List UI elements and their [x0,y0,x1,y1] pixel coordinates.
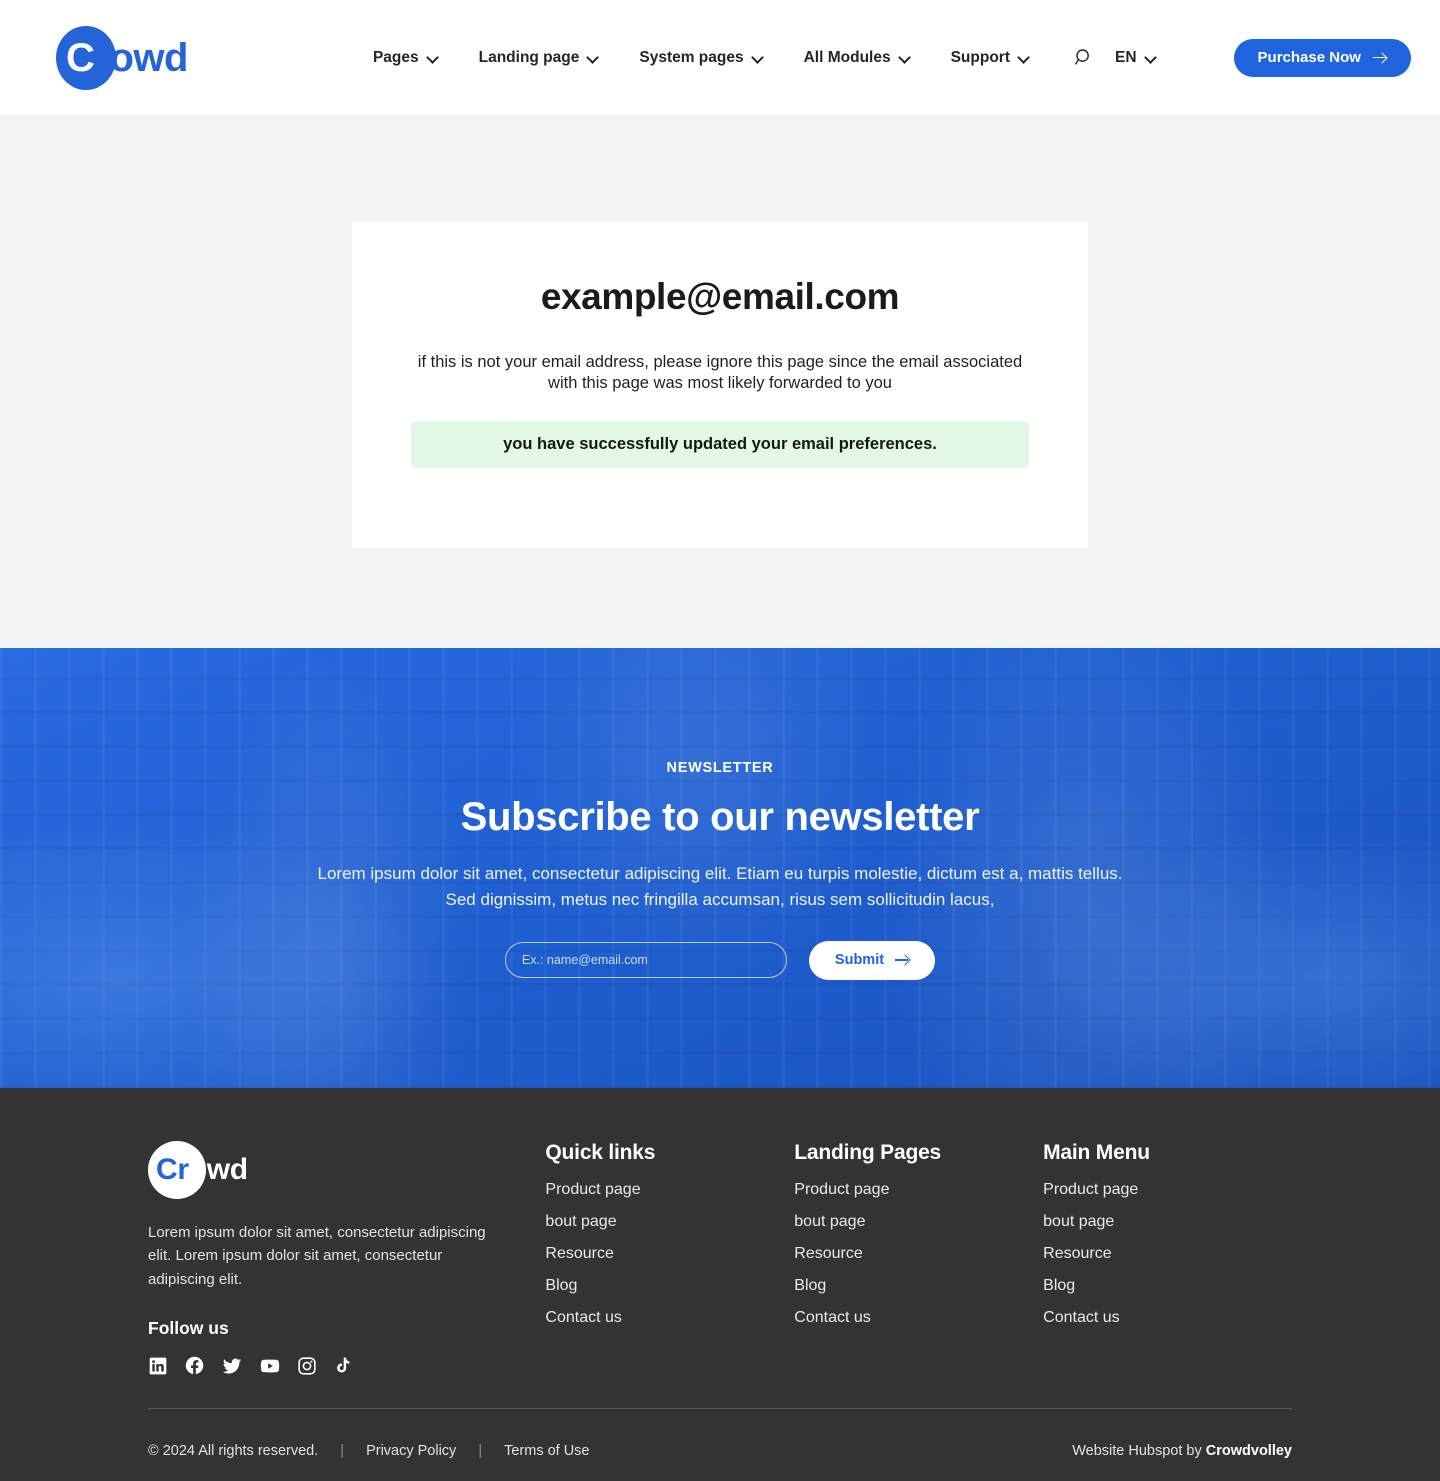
footer-divider [148,1408,1292,1409]
list-item[interactable]: Contact us [545,1309,794,1327]
newsletter-submit-button[interactable]: Submit [808,940,936,980]
footer-logo-letters-cr: Cr [156,1153,189,1186]
list-item[interactable]: Blog [794,1277,1043,1295]
language-selector[interactable]: EN [1115,49,1157,67]
list-item[interactable]: Contact us [1043,1309,1292,1327]
follow-us-title: Follow us [148,1317,229,1338]
footer-logo[interactable]: Crowd [148,1141,328,1199]
page-title: example@email.com [540,276,900,317]
footer-column-landing-pages: Landing Pages Product page bout page Res… [794,1141,1043,1377]
separator: | [478,1443,483,1459]
newsletter-email-input[interactable] [504,942,787,979]
list-item[interactable]: Contact us [794,1309,1043,1327]
list-item[interactable]: Resource [1043,1245,1292,1263]
twitter-icon[interactable] [221,1355,243,1377]
footer-column-quick-links: Quick links Product page bout page Resou… [545,1141,794,1377]
footer-columns: Crowd Lorem ipsum dolor sit amet, consec… [148,1088,1292,1377]
nav-label-system-pages: System pages [639,48,744,66]
logo-text: Crowd [56,26,188,90]
nav-label-pages: Pages [372,48,419,66]
nav-item-system-pages[interactable]: System pages [639,49,763,67]
footer-column-title: Quick links [545,1141,656,1164]
list-item[interactable]: Blog [1043,1277,1292,1295]
footer-description: Lorem ipsum dolor sit amet, consectetur … [148,1224,486,1288]
footer-link-list: Product page bout page Resource Blog Con… [1043,1181,1292,1327]
social-links [148,1355,545,1377]
footer-logo-text: Crowd [148,1153,248,1187]
nav-label-all-modules: All Modules [803,48,891,66]
footer-link-list: Product page bout page Resource Blog Con… [545,1181,794,1327]
footer-legal-links: © 2024 All rights reserved. | Privacy Po… [148,1443,590,1459]
search-icon[interactable] [1074,48,1093,67]
newsletter-section: NEWSLETTER Subscribe to our newsletter L… [0,648,1440,1088]
header-utilities: EN [1074,48,1157,67]
newsletter-form: Submit [0,940,1440,980]
nav-item-all-modules[interactable]: All Modules [804,49,911,67]
copyright-text: © 2024 All rights reserved. [148,1443,319,1459]
privacy-policy-link[interactable]: Privacy Policy [366,1443,456,1459]
purchase-now-button[interactable]: Purchase Now [1233,38,1411,77]
list-item[interactable]: bout page [545,1213,794,1231]
list-item[interactable]: Product page [1043,1181,1292,1199]
newsletter-description: Lorem ipsum dolor sit amet, consectetur … [317,864,1123,909]
chevron-down-icon [753,52,764,63]
newsletter-eyebrow: NEWSLETTER [666,760,774,776]
language-label: EN [1115,48,1137,66]
list-item[interactable]: bout page [1043,1213,1292,1231]
chevron-down-icon [1146,52,1157,63]
facebook-icon[interactable] [184,1355,205,1376]
list-item[interactable]: Product page [545,1181,794,1199]
status-badge: you have successfully updated your email… [411,420,1029,468]
separator: | [340,1443,345,1459]
site-header: Crowd Pages Landing page System pages Al… [0,0,1440,115]
nav-item-support[interactable]: Support [951,49,1030,67]
list-item[interactable]: Resource [794,1245,1043,1263]
terms-of-use-link[interactable]: Terms of Use [504,1443,589,1459]
newsletter-submit-label: Submit [834,952,885,969]
footer-bottom-bar: © 2024 All rights reserved. | Privacy Po… [148,1443,1292,1459]
list-item[interactable]: Product page [794,1181,1043,1199]
footer-logo-letters-owd: owd [188,1153,248,1186]
list-item[interactable]: Blog [545,1277,794,1295]
credit-prefix: Website Hubspot by [1072,1443,1206,1459]
footer-credit: Website Hubspot by Crowdvolley [1072,1443,1292,1459]
tiktok-icon[interactable] [333,1356,352,1375]
footer-column-title: Landing Pages [794,1141,942,1164]
footer-link-list: Product page bout page Resource Blog Con… [794,1181,1043,1327]
purchase-now-label: Purchase Now [1257,49,1361,66]
chevron-down-icon [900,52,911,63]
footer-column-title: Main Menu [1043,1141,1150,1164]
newsletter-content: NEWSLETTER Subscribe to our newsletter L… [0,648,1440,980]
footer-brand-column: Crowd Lorem ipsum dolor sit amet, consec… [148,1141,545,1377]
footer-column-main-menu: Main Menu Product page bout page Resourc… [1043,1141,1292,1377]
list-item[interactable]: bout page [794,1213,1043,1231]
chevron-down-icon [1019,52,1030,63]
email-preferences-card: example@email.com if this is not your em… [352,222,1088,548]
main-content: example@email.com if this is not your em… [0,115,1440,648]
site-logo[interactable]: Crowd [56,25,188,90]
newsletter-title: Subscribe to our newsletter [460,795,980,839]
arrow-right-icon [1372,52,1387,64]
chevron-down-icon [428,52,439,63]
youtube-icon[interactable] [259,1355,281,1377]
site-footer: Crowd Lorem ipsum dolor sit amet, consec… [0,1088,1440,1481]
nav-item-pages[interactable]: Pages [373,49,439,67]
linkedin-icon[interactable] [148,1356,168,1376]
credit-brand[interactable]: Crowdvolley [1206,1443,1292,1459]
main-navigation: Pages Landing page System pages All Modu… [373,49,1030,67]
logo-letter-c: C [66,35,95,80]
nav-label-support: Support [950,48,1010,66]
email-disclaimer-text: if this is not your email address, pleas… [417,353,1023,392]
nav-label-landing-page: Landing page [478,48,580,66]
arrow-right-icon [895,954,909,966]
instagram-icon[interactable] [297,1356,317,1376]
chevron-down-icon [588,52,599,63]
logo-letters-rowd: rowd [94,35,188,80]
list-item[interactable]: Resource [545,1245,794,1263]
nav-item-landing-page[interactable]: Landing page [479,49,600,67]
